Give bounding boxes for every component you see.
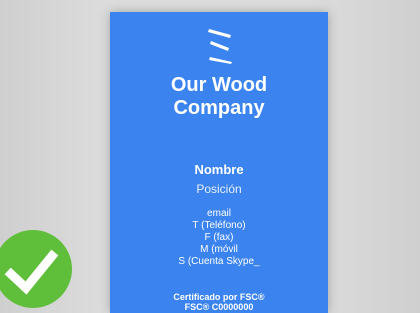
checkmark-icon	[4, 249, 59, 295]
approved-badge	[0, 230, 72, 308]
business-card: Our Wood Company Nombre Posición email T…	[110, 12, 328, 313]
contact-phone: T (Teléfono)	[192, 220, 246, 231]
company-name-line2: Company	[173, 97, 265, 119]
company-name: Our Wood Company	[110, 74, 328, 120]
contact-name: Nombre	[194, 162, 244, 177]
certification-line2: FSC® C0000000	[184, 302, 254, 312]
stripes-logo-icon	[208, 29, 232, 64]
contact-mobile: M (móvil	[200, 244, 238, 255]
contact-details: email T (Teléfono) F (fax) M (móvil S (C…	[110, 208, 328, 268]
contact-position: Posición	[196, 182, 242, 196]
contact-fax: F (fax)	[204, 232, 234, 243]
certification: Certificado por FSC® FSC® C0000000	[110, 292, 328, 312]
contact-email: email	[207, 208, 231, 219]
company-name-line1: Our Wood	[170, 74, 268, 96]
certification-line1: Certificado por FSC®	[173, 292, 265, 302]
contact-skype: S (Cuenta Skype_	[178, 256, 260, 267]
